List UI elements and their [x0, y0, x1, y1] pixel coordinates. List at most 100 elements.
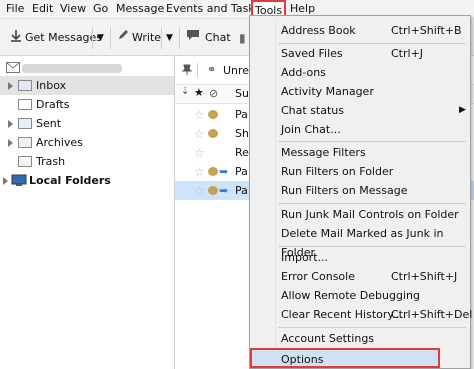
menuitem-label: Activity Manager: [281, 85, 374, 98]
menuitem-label: Run Filters on Message: [281, 184, 408, 197]
expand-icon[interactable]: [8, 120, 13, 128]
replied-icon: ➥: [219, 165, 229, 178]
subject-column-header[interactable]: Su: [235, 87, 249, 100]
menuitem-label: Chat status: [281, 104, 345, 117]
folder-trash[interactable]: Trash: [0, 152, 174, 171]
menuitem-label: Saved Files: [281, 47, 343, 60]
chat-icon: [186, 29, 200, 47]
folder-archives[interactable]: Archives: [0, 133, 174, 152]
menuitem-shortcut: Ctrl+Shift+Del: [391, 308, 473, 321]
message-subject: Re: [235, 146, 249, 159]
attachment-icon: [208, 129, 218, 138]
sent-icon: [18, 118, 32, 129]
menuitem-label: Options: [281, 353, 324, 366]
computer-icon: [11, 174, 27, 186]
menuitem-import[interactable]: Import...: [252, 248, 468, 267]
menuitem-label: Message Filters: [281, 146, 366, 159]
star-icon[interactable]: ☆: [194, 182, 205, 201]
archives-icon: [18, 137, 32, 148]
star-icon[interactable]: ☆: [194, 125, 205, 144]
folder-label: Archives: [36, 136, 83, 149]
expand-icon[interactable]: [8, 82, 13, 90]
menuitem-shortcut: Ctrl+Shift+J: [391, 270, 458, 283]
menuitem-options[interactable]: Options: [250, 348, 440, 368]
folder-label: Trash: [36, 155, 66, 168]
menuitem-activity-manager[interactable]: Activity Manager: [252, 82, 468, 101]
message-subject: Pa: [235, 108, 248, 121]
menu-view[interactable]: View: [60, 0, 86, 18]
folder-drafts[interactable]: Drafts: [0, 95, 174, 114]
folder-local-folders[interactable]: Local Folders: [0, 171, 174, 190]
menuitem-label: Add-ons: [281, 66, 326, 79]
folder-label: Drafts: [36, 98, 70, 111]
message-subject: Pa: [235, 184, 248, 197]
menuitem-allow-remote-debugging[interactable]: Allow Remote Debugging: [252, 286, 468, 305]
attachment-icon: [208, 110, 218, 119]
chat-button[interactable]: Chat: [205, 29, 231, 47]
expand-icon[interactable]: [8, 139, 13, 147]
attachment-column-icon[interactable]: ⊘: [209, 87, 218, 100]
write-dropdown-icon[interactable]: ▼: [166, 29, 173, 47]
menuitem-label: Account Settings: [281, 332, 375, 345]
star-icon[interactable]: ☆: [194, 163, 205, 182]
write-icon: [117, 29, 129, 47]
menuitem-label: Allow Remote Debugging: [281, 289, 420, 302]
folder-pane: Inbox Drafts Sent Archives Trash Local F…: [0, 56, 175, 369]
folder-inbox[interactable]: Inbox: [0, 76, 174, 95]
menu-edit[interactable]: Edit: [32, 0, 53, 18]
menu-file[interactable]: File: [6, 0, 24, 18]
thread-icon[interactable]: ⇣: [181, 86, 189, 97]
submenu-arrow-icon: ▶: [459, 105, 466, 115]
message-subject: Pa: [235, 165, 248, 178]
get-messages-icon: [9, 29, 23, 47]
menuitem-label: Run Filters on Folder: [281, 165, 394, 178]
drafts-icon: [18, 99, 32, 110]
menuitem-saved-files[interactable]: Saved Files Ctrl+J: [252, 44, 468, 63]
menuitem-run-filters-on-folder[interactable]: Run Filters on Folder: [252, 162, 468, 181]
menuitem-address-book[interactable]: Address Book Ctrl+Shift+B: [252, 21, 468, 40]
menuitem-label: Error Console: [281, 270, 355, 283]
tools-menu: Address Book Ctrl+Shift+B Saved Files Ct…: [249, 15, 472, 369]
get-messages-button[interactable]: Get Messages: [25, 29, 102, 47]
menuitem-add-ons[interactable]: Add-ons: [252, 63, 468, 82]
menuitem-run-filters-on-message[interactable]: Run Filters on Message: [252, 181, 468, 200]
message-subject: Sh: [235, 127, 249, 140]
menuitem-label: Join Chat...: [281, 123, 341, 136]
unread-filter-icon: ⚭: [207, 63, 217, 76]
menuitem-run-junk-controls[interactable]: Run Junk Mail Controls on Folder: [252, 205, 468, 224]
trash-icon: [18, 156, 32, 167]
menu-go[interactable]: Go: [93, 0, 108, 18]
menuitem-label: Address Book: [281, 24, 356, 37]
menu-message[interactable]: Message: [116, 0, 164, 18]
folder-label: Inbox: [36, 79, 67, 92]
folder-sent[interactable]: Sent: [0, 114, 174, 133]
attachment-icon: [208, 167, 218, 176]
menuitem-delete-junk[interactable]: Delete Mail Marked as Junk in Folder: [252, 224, 468, 259]
inbox-icon: [18, 80, 32, 91]
menuitem-error-console[interactable]: Error Console Ctrl+Shift+J: [252, 267, 468, 286]
folder-label: Local Folders: [29, 174, 111, 187]
address-book-icon[interactable]: ▮: [239, 29, 246, 47]
attachment-icon: [208, 186, 218, 195]
expand-icon[interactable]: [3, 177, 8, 185]
menu-events-and-tasks[interactable]: Events and Tasks: [166, 0, 260, 18]
star-column-icon[interactable]: ★: [194, 86, 204, 99]
account-name-redacted: [22, 64, 122, 73]
account-row[interactable]: [2, 60, 172, 76]
menuitem-message-filters[interactable]: Message Filters: [252, 143, 468, 162]
menuitem-chat-status[interactable]: Chat status ▶: [252, 101, 468, 120]
folder-label: Sent: [36, 117, 62, 130]
star-icon[interactable]: ☆: [194, 106, 205, 125]
write-button[interactable]: Write: [132, 29, 161, 47]
menuitem-label: Run Junk Mail Controls on Folder: [281, 208, 459, 221]
menuitem-clear-recent-history[interactable]: Clear Recent History... Ctrl+Shift+Del: [252, 305, 472, 324]
get-messages-dropdown-icon[interactable]: ▼: [97, 29, 104, 47]
pin-icon[interactable]: [181, 64, 193, 76]
menuitem-account-settings[interactable]: Account Settings: [252, 329, 468, 348]
star-icon[interactable]: ☆: [194, 144, 205, 163]
menuitem-label: Import...: [281, 251, 328, 264]
menuitem-shortcut: Ctrl+Shift+B: [391, 24, 462, 37]
menuitem-shortcut: Ctrl+J: [391, 47, 424, 60]
replied-icon: ➥: [219, 184, 229, 197]
menuitem-join-chat[interactable]: Join Chat...: [252, 120, 468, 139]
